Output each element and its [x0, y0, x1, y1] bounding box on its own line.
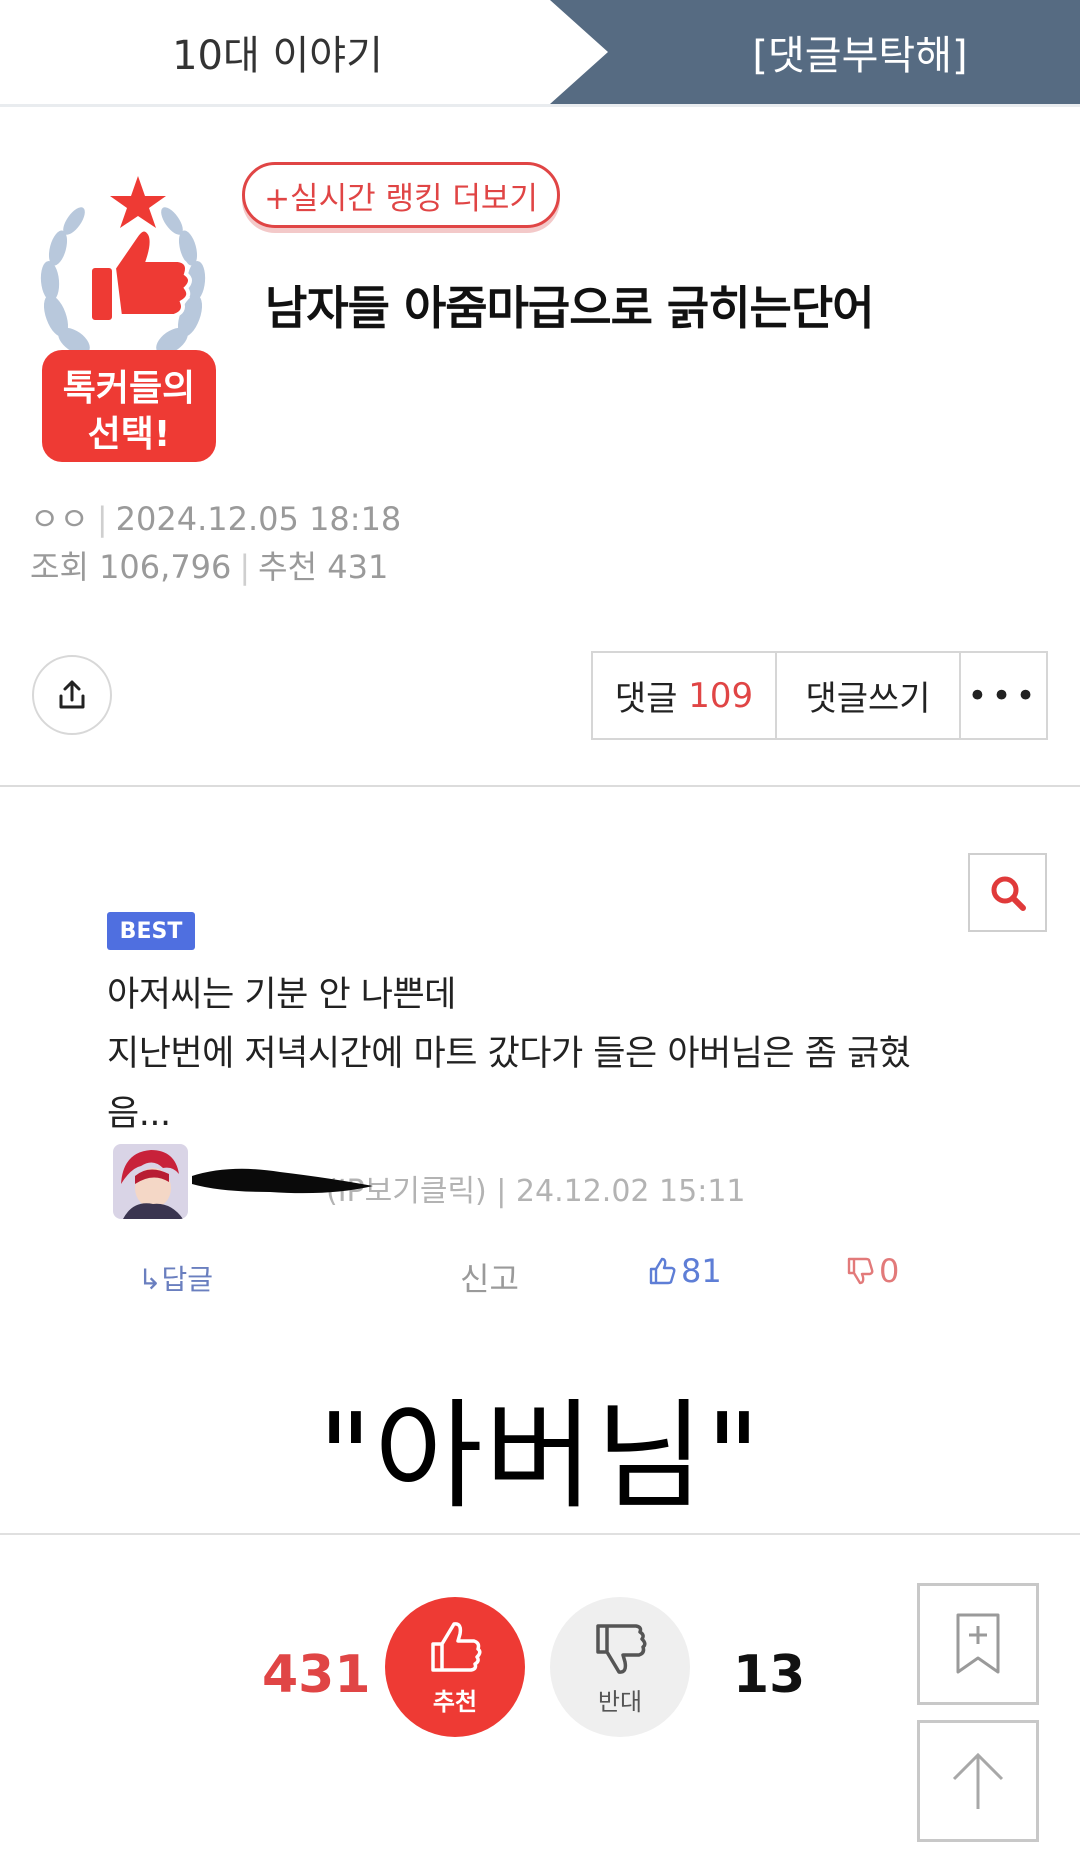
comment-like-button[interactable]: 81 [647, 1252, 722, 1290]
comment-line-3: 음... [107, 1094, 171, 1134]
oppose-total: 13 [733, 1645, 806, 1705]
views-count: 106,796 [99, 548, 232, 586]
recommend-label: 추천 [258, 548, 318, 586]
share-button[interactable] [32, 655, 112, 735]
talkers-choice-badge: 톡커들의 선택! [28, 176, 238, 466]
comment-dislike-count: 0 [879, 1252, 900, 1290]
badge-line1: 톡커들의 [63, 368, 195, 409]
image-caption: "아버님" [317, 1387, 763, 1525]
avatar [113, 1144, 188, 1219]
comment-count-button[interactable]: 댓글 109 [593, 653, 777, 738]
comment-line-2: 지난번에 저녁시간에 마트 갔다가 들은 아버님은 좀 긁혔 [107, 1034, 911, 1074]
oppose-label: 반대 [597, 1687, 643, 1716]
oppose-button[interactable]: 반대 [550, 1597, 690, 1737]
thumbs-up-icon [649, 1257, 676, 1285]
thumbs-up-icon [431, 1621, 482, 1672]
comment-meta: (IP보기클릭) | 24.12.02 15:11 [326, 1174, 746, 1209]
report-link[interactable]: 신고 [460, 1254, 519, 1300]
post-stats: 조회 106,796 | 추천 431 [30, 548, 389, 586]
search-button[interactable] [968, 853, 1047, 932]
comment-label: 댓글 [614, 679, 678, 719]
post-datetime: 2024.12.05 18:18 [115, 500, 402, 538]
search-icon [991, 876, 1026, 911]
reply-link[interactable]: ↳답글 [138, 1258, 213, 1298]
divider [0, 1533, 1080, 1535]
realtime-ranking-more-button[interactable]: +실시간 랭킹 더보기 [242, 162, 560, 228]
comment-dislike-button[interactable]: 0 [845, 1252, 899, 1290]
category-link[interactable]: 10대 이야기 [0, 0, 555, 104]
scroll-to-top-button[interactable] [917, 1720, 1039, 1842]
bookmark-add-icon [956, 1613, 1000, 1674]
thumbs-down-icon [847, 1257, 874, 1285]
views-label: 조회 [30, 548, 89, 586]
divider [0, 785, 1080, 787]
comment-line-1: 아저씨는 기분 안 나쁜데 [107, 975, 456, 1015]
comment-actions: 댓글 109 댓글쓰기 ••• [591, 651, 1048, 740]
comment-count: 109 [688, 675, 754, 716]
comment-like-count: 81 [681, 1252, 722, 1290]
post-author-date: ㅇㅇ | 2024.12.05 18:18 [30, 500, 402, 538]
share-icon [59, 680, 85, 709]
subcategory-link[interactable]: [댓글부탁해] [640, 0, 1080, 104]
more-options-button[interactable]: ••• [961, 653, 1046, 738]
post-title: 남자들 아줌마급으로 긁히는단어 [265, 281, 875, 335]
bookmark-button[interactable] [917, 1583, 1039, 1705]
post-author[interactable]: ㅇㅇ [30, 500, 89, 538]
best-badge: BEST [107, 912, 195, 950]
redaction-scribble [190, 1162, 375, 1202]
badge-line2: 선택! [88, 414, 171, 455]
recommend-total: 431 [262, 1645, 371, 1705]
recommend-button[interactable]: 추천 [385, 1597, 525, 1737]
arrow-up-icon [952, 1752, 1004, 1809]
write-comment-button[interactable]: 댓글쓰기 [777, 653, 961, 738]
category-bar: 10대 이야기 [댓글부탁해] [0, 0, 1080, 107]
recommend-label: 추천 [432, 1687, 478, 1716]
thumbs-down-icon [596, 1623, 647, 1674]
recommend-count: 431 [327, 548, 389, 586]
